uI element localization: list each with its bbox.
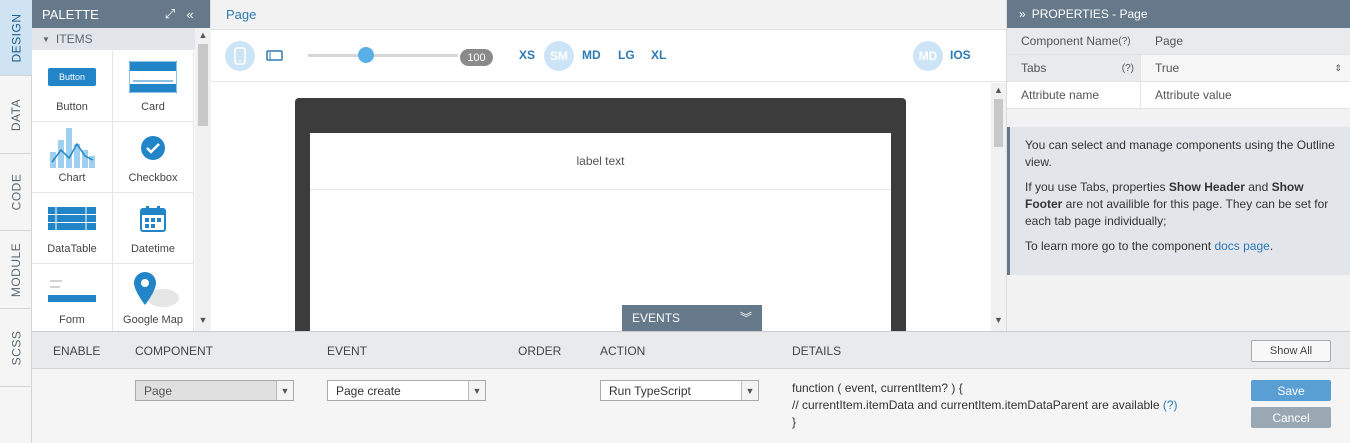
properties-panel: » PROPERTIES - Page Component Name (?) Pa… <box>1006 0 1350 331</box>
header-action: ACTION <box>600 344 646 358</box>
device-toolbar: 100 XS SM MD LG XL MD IOS <box>211 30 1006 82</box>
palette-scrollbar[interactable]: ▲ ▼ <box>195 28 211 331</box>
scroll-down-icon[interactable]: ▼ <box>195 315 211 329</box>
scroll-thumb[interactable] <box>994 99 1003 147</box>
palette-item-datetime[interactable]: Datetime <box>113 193 194 264</box>
page-canvas: label text <box>211 83 991 343</box>
cancel-button[interactable]: Cancel <box>1251 407 1331 428</box>
chevron-down-icon: ▼ <box>276 381 293 400</box>
zoom-value: 100 <box>460 49 493 66</box>
property-row-attribute: Attribute name Attribute value <box>1007 82 1350 109</box>
component-name-field[interactable]: Page <box>1141 28 1350 54</box>
checkbox-icon <box>113 130 193 166</box>
palette-grid: Button Button Card Chart Checkbox DataTa… <box>32 51 195 331</box>
zoom-slider-knob[interactable] <box>358 47 374 63</box>
help-icon[interactable]: (?) <box>1118 36 1130 47</box>
breakpoint-xs[interactable]: XS <box>519 48 535 62</box>
datatable-icon <box>32 201 112 237</box>
attribute-value-input[interactable]: Attribute value <box>1141 82 1350 108</box>
palette-item-card[interactable]: Card <box>113 51 194 122</box>
component-select[interactable]: Page ▼ <box>135 380 294 401</box>
collapse-left-icon[interactable]: « <box>180 7 200 22</box>
events-table-header: ENABLE COMPONENT EVENT ORDER ACTION DETA… <box>32 332 1350 369</box>
items-section-header[interactable]: ▼ ITEMS <box>32 28 195 50</box>
details-code: function ( event, currentItem? ) { // cu… <box>792 381 1178 429</box>
scroll-thumb[interactable] <box>198 44 208 126</box>
tabs-select[interactable]: True ⇕ <box>1141 55 1350 81</box>
select-arrows-icon: ⇕ <box>1334 62 1342 73</box>
events-table: ENABLE COMPONENT EVENT ORDER ACTION DETA… <box>32 331 1350 443</box>
map-pin-icon <box>113 272 193 308</box>
expand-right-icon[interactable]: » <box>1019 7 1026 21</box>
palette-header: PALETTE ⤢ « <box>32 0 210 28</box>
app-root: DESIGN DATA CODE MODULE SCSS PALETTE ⤢ «… <box>0 0 1350 443</box>
zoom-slider[interactable] <box>308 47 458 63</box>
chart-icon <box>32 128 112 168</box>
label-component[interactable]: label text <box>310 133 891 190</box>
expand-icon[interactable]: ⤢ <box>160 6 180 22</box>
property-row-tabs: Tabs (?) True ⇕ <box>1007 55 1350 82</box>
help-link[interactable]: (?) <box>1163 398 1178 412</box>
action-select[interactable]: Run TypeScript ▼ <box>600 380 759 401</box>
chevron-down-icon: ▼ <box>741 381 758 400</box>
tab-code[interactable]: CODE <box>0 154 32 231</box>
chevron-down-icon: ▼ <box>468 381 485 400</box>
breakpoint-sm[interactable]: SM <box>544 41 574 71</box>
header-component: COMPONENT <box>135 344 213 358</box>
chevron-double-down-icon[interactable]: ︾ <box>740 309 752 326</box>
form-icon <box>32 272 112 308</box>
button-icon: Button <box>32 59 112 95</box>
docs-link[interactable]: docs page <box>1214 239 1269 253</box>
platform-ios[interactable]: IOS <box>950 48 971 62</box>
breakpoint-xl[interactable]: XL <box>651 48 666 62</box>
properties-header: » PROPERTIES - Page <box>1007 0 1350 28</box>
caret-down-icon: ▼ <box>42 34 50 44</box>
save-button[interactable]: Save <box>1251 380 1331 401</box>
card-icon <box>113 59 193 95</box>
event-select[interactable]: Page create ▼ <box>327 380 486 401</box>
device-frame: label text <box>295 98 906 343</box>
tablet-icon[interactable] <box>266 50 284 65</box>
platform-md[interactable]: MD <box>913 41 943 71</box>
breadcrumb[interactable]: Page <box>211 0 1006 30</box>
device-screen[interactable]: label text <box>310 133 891 343</box>
vertical-tab-bar: DESIGN DATA CODE MODULE SCSS <box>0 0 32 443</box>
events-panel-header[interactable]: EVENTS ︾ <box>622 305 762 331</box>
palette-item-chart[interactable]: Chart <box>32 122 113 193</box>
palette-item-button[interactable]: Button Button <box>32 51 113 122</box>
tab-scss[interactable]: SCSS <box>0 309 32 387</box>
header-order: ORDER <box>518 344 562 358</box>
header-enable: ENABLE <box>53 344 101 358</box>
scroll-up-icon[interactable]: ▲ <box>991 85 1006 99</box>
breakpoint-lg[interactable]: LG <box>618 48 635 62</box>
palette-item-form[interactable]: Form <box>32 264 113 331</box>
tab-module[interactable]: MODULE <box>0 231 32 309</box>
help-icon[interactable]: (?) <box>1122 63 1134 74</box>
scroll-down-icon[interactable]: ▼ <box>991 315 1006 329</box>
attribute-name-input[interactable]: Attribute name <box>1007 82 1141 108</box>
property-row-component-name: Component Name (?) Page <box>1007 28 1350 55</box>
show-all-button[interactable]: Show All <box>1251 340 1331 362</box>
info-box: You can select and manage components usi… <box>1007 127 1350 275</box>
header-event: EVENT <box>327 344 368 358</box>
design-area: Page 100 XS SM MD LG XL MD IOS label tex… <box>211 0 1006 343</box>
tab-design[interactable]: DESIGN <box>0 0 32 76</box>
tab-data[interactable]: DATA <box>0 76 32 154</box>
palette-title: PALETTE <box>42 6 99 22</box>
palette-item-checkbox[interactable]: Checkbox <box>113 122 194 193</box>
palette-item-datatable[interactable]: DataTable <box>32 193 113 264</box>
palette-item-google-map[interactable]: Google Map <box>113 264 194 331</box>
palette-panel: PALETTE ⤢ « ▼ ITEMS Button Button Card C… <box>32 0 211 331</box>
phone-icon[interactable] <box>225 41 255 71</box>
header-details: DETAILS <box>792 344 842 358</box>
calendar-icon <box>113 201 193 237</box>
scroll-up-icon[interactable]: ▲ <box>195 30 211 44</box>
canvas-scrollbar[interactable]: ▲ ▼ <box>991 83 1006 331</box>
breakpoint-md[interactable]: MD <box>582 48 601 62</box>
